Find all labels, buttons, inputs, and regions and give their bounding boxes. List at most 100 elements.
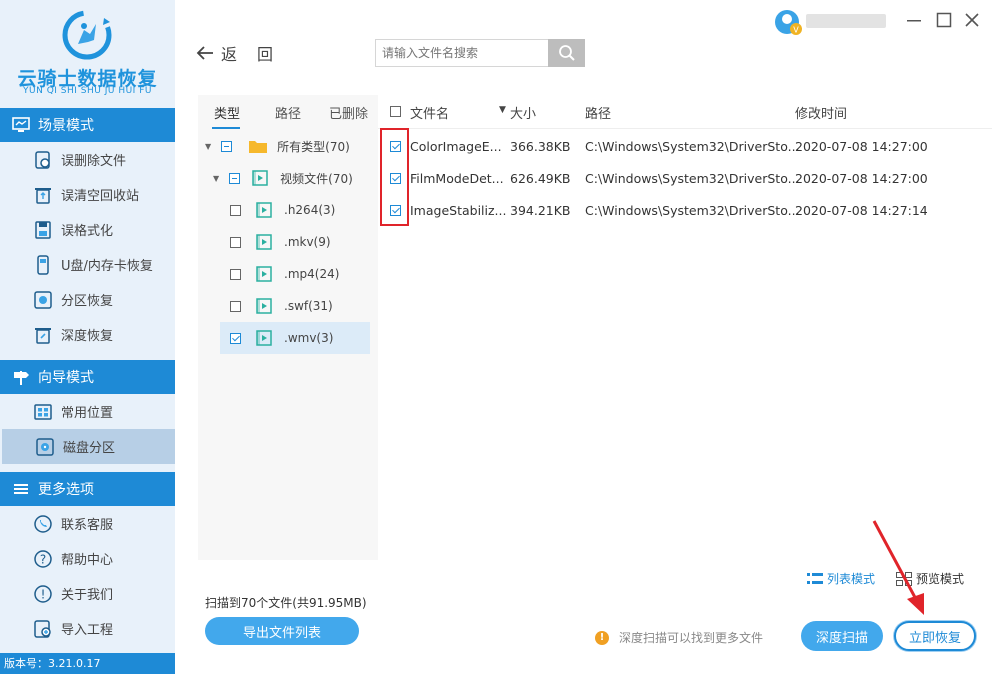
export-list-button[interactable]: 导出文件列表 (205, 617, 359, 645)
sidebar-item-deep-recover[interactable]: 深度恢复 (0, 317, 175, 352)
warning-icon: ! (595, 630, 609, 645)
tree-item-h264[interactable]: .h264(3) (230, 199, 335, 221)
preview-mode-button[interactable]: 预览模式 (896, 570, 964, 587)
search-icon (558, 45, 575, 61)
tree-item-label: .h264(3) (284, 203, 336, 217)
tree-checkbox[interactable] (230, 300, 241, 312)
version-label: 版本号：3.21.0.17 (0, 653, 175, 674)
sort-desc-icon[interactable]: ▼ (499, 105, 506, 115)
svg-text:V: V (793, 26, 799, 35)
recover-now-button[interactable]: 立即恢复 (894, 621, 976, 651)
maximize-button[interactable] (934, 10, 954, 30)
file-size: 394.21KB (510, 203, 571, 218)
tree-checkbox[interactable] (230, 204, 241, 216)
expand-triangle-icon[interactable]: ▼ (213, 174, 219, 183)
expand-triangle-icon[interactable]: ▼ (205, 142, 211, 151)
tree-checkbox[interactable] (230, 268, 241, 280)
sidebar-item-import[interactable]: 导入工程 (0, 611, 175, 646)
close-icon (965, 13, 979, 27)
sidebar-item-contact[interactable]: 联系客服 (0, 506, 175, 541)
video-file-icon (256, 298, 272, 314)
column-header-modified[interactable]: 修改时间 (795, 103, 847, 122)
video-file-icon (256, 330, 272, 346)
select-all-checkbox[interactable] (390, 106, 401, 117)
sidebar-item-label: 关于我们 (61, 588, 114, 603)
table-row[interactable]: FilmModeDet... 626.49KB C:\Windows\Syste… (378, 162, 992, 194)
sidebar-item-help[interactable]: ? 帮助中心 (0, 541, 175, 576)
monitor-icon (12, 117, 30, 132)
sidebar-item-label: U盘/内存卡恢复 (61, 259, 153, 274)
tree-item-video-files[interactable]: ▼ 视频文件(70) (213, 167, 353, 189)
back-button[interactable]: 返回 (195, 40, 293, 66)
tab-deleted[interactable]: 已删除 (329, 103, 368, 122)
video-file-icon (252, 170, 268, 186)
search-input[interactable] (375, 39, 549, 67)
sidebar-item-about[interactable]: ! 关于我们 (0, 576, 175, 611)
column-header-size[interactable]: 大小 (510, 103, 536, 122)
windows-icon (34, 403, 52, 420)
file-size: 626.49KB (510, 171, 571, 186)
svg-text:!: ! (41, 587, 46, 601)
sidebar-item-label: 导入工程 (61, 623, 114, 638)
tree-item-all-types[interactable]: ▼ 所有类型(70) (205, 135, 350, 157)
file-size: 366.38KB (510, 139, 571, 154)
minimize-button[interactable] (904, 10, 924, 30)
video-file-icon (256, 234, 272, 250)
recycle-bin-icon (35, 187, 51, 204)
sidebar-item-disk-partition[interactable]: 磁盘分区 (2, 429, 175, 464)
sidebar-item-format[interactable]: 误格式化 (0, 212, 175, 247)
partition-icon (34, 290, 52, 309)
disk-icon (36, 437, 54, 456)
sidebar-item-usb-card[interactable]: U盘/内存卡恢复 (0, 247, 175, 282)
app-logo: 云骑士数据恢复 YUN QI SHI SHU JU HUI FU (0, 0, 175, 106)
menu-icon (14, 484, 28, 494)
sidebar-item-recycle-bin[interactable]: 误清空回收站 (0, 177, 175, 212)
column-header-name[interactable]: 文件名 (410, 103, 449, 122)
tree-item-mkv[interactable]: .mkv(9) (230, 231, 331, 253)
video-file-icon (256, 202, 272, 218)
sidebar-item-common-location[interactable]: 常用位置 (0, 394, 175, 429)
search-button[interactable] (548, 39, 585, 67)
signpost-icon (14, 371, 29, 385)
sidebar-item-label: 常用位置 (61, 406, 114, 421)
tree-item-label: 所有类型(70) (277, 139, 350, 154)
preview-grid-icon (896, 571, 912, 586)
sidebar-item-partition[interactable]: 分区恢复 (0, 282, 175, 317)
user-name-blurred (806, 14, 886, 28)
tree-item-wmv[interactable]: .wmv(3) (230, 327, 333, 349)
tip-text: 深度扫描可以找到更多文件 (619, 631, 764, 645)
section-title: 场景模式 (38, 118, 94, 134)
tree-item-mp4[interactable]: .mp4(24) (230, 263, 339, 285)
list-mode-button[interactable]: 列表模式 (807, 570, 875, 587)
deep-scan-button[interactable]: 深度扫描 (801, 621, 883, 651)
tab-path[interactable]: 路径 (275, 103, 301, 122)
video-file-icon (256, 266, 272, 282)
tree-checkbox[interactable] (230, 332, 241, 344)
arrow-left-icon (196, 46, 213, 60)
file-name: FilmModeDet... (410, 171, 504, 186)
file-modified: 2020-07-08 14:27:00 (795, 139, 928, 154)
close-button[interactable] (962, 10, 982, 30)
table-row[interactable]: ColorImageE... 366.38KB C:\Windows\Syste… (378, 130, 992, 162)
sidebar-item-label: 误格式化 (61, 224, 114, 239)
tree-checkbox[interactable] (229, 172, 241, 184)
sidebar-item-label: 帮助中心 (61, 553, 114, 568)
section-guide-mode: 向导模式 (0, 360, 175, 394)
tree-item-swf[interactable]: .swf(31) (230, 295, 333, 317)
tree-item-label: .wmv(3) (284, 331, 334, 345)
column-header-path[interactable]: 路径 (585, 103, 611, 122)
file-table-header: 文件名 ▼ 大小 路径 修改时间 (378, 95, 992, 129)
annotation-highlight-box (380, 128, 409, 226)
svg-text:?: ? (40, 552, 46, 566)
list-view-icon (807, 572, 823, 584)
deep-scan-tip: ! 深度扫描可以找到更多文件 (595, 629, 763, 646)
sidebar: 云骑士数据恢复 YUN QI SHI SHU JU HUI FU 场景模式 误删… (0, 0, 175, 674)
sidebar-item-deleted-files[interactable]: 误删除文件 (0, 142, 175, 177)
tab-type[interactable]: 类型 (214, 103, 240, 122)
tree-item-label: .mkv(9) (284, 235, 331, 249)
tree-checkbox[interactable] (221, 140, 233, 152)
tree-checkbox[interactable] (230, 236, 241, 248)
user-avatar[interactable]: V (773, 8, 803, 36)
tree-item-label: .swf(31) (284, 299, 333, 313)
table-row[interactable]: ImageStabiliz... 394.21KB C:\Windows\Sys… (378, 194, 992, 226)
